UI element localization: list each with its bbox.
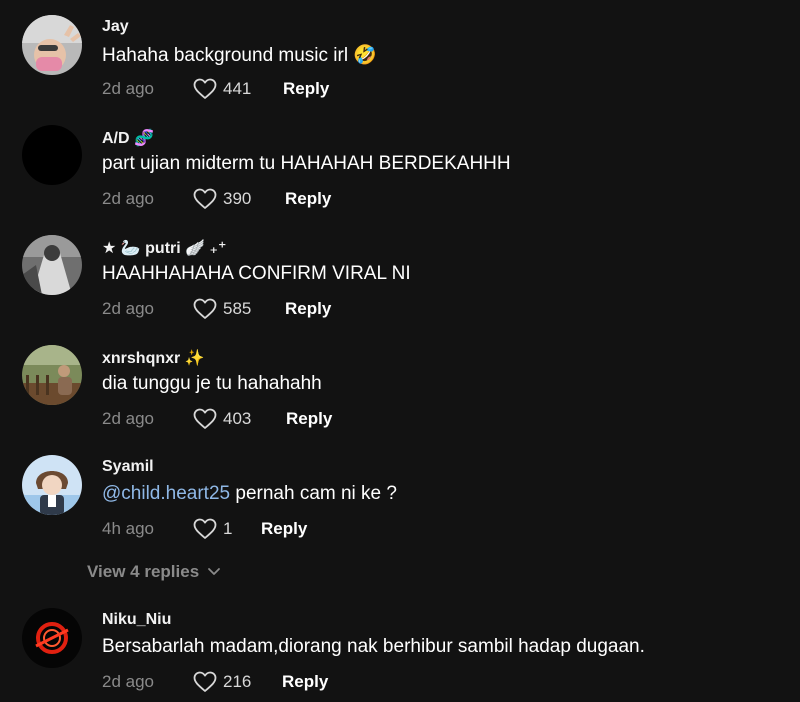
avatar[interactable] xyxy=(22,345,82,405)
like-button[interactable]: 403 xyxy=(193,407,251,431)
comment-time: 2d ago xyxy=(102,189,154,208)
username-emoji: ✨ xyxy=(184,350,205,367)
reply-button[interactable]: Reply xyxy=(283,77,329,101)
reply-button[interactable]: Reply xyxy=(286,407,332,431)
comment-meta: 4h ago 1 Reply xyxy=(102,517,602,541)
reply-button[interactable]: Reply xyxy=(285,187,331,211)
comment-username[interactable]: xnrshqnxr ✨ xyxy=(102,348,205,368)
like-button[interactable]: 1 xyxy=(193,517,232,541)
comment-time: 2d ago xyxy=(102,409,154,428)
comment-username[interactable]: Jay xyxy=(102,18,129,36)
chevron-down-icon xyxy=(207,567,221,577)
like-count: 441 xyxy=(223,79,252,98)
like-button[interactable]: 585 xyxy=(193,297,251,321)
comment-username[interactable]: ★ 🦢 putri 🪽 ₊⁺ xyxy=(102,238,226,258)
heart-outline-icon xyxy=(193,408,217,429)
reply-button[interactable]: Reply xyxy=(282,670,328,694)
comment-text: part ujian midterm tu HAHAHAH BERDEKAHHH xyxy=(102,153,511,174)
comment-meta: 2d ago 585 Reply xyxy=(102,297,602,321)
comment-text: Hahaha background music irl 🤣 xyxy=(102,45,378,66)
like-count: 1 xyxy=(223,519,233,538)
comment-time: 2d ago xyxy=(102,299,154,318)
avatar[interactable] xyxy=(22,235,82,295)
avatar[interactable] xyxy=(22,125,82,185)
comment-username[interactable]: Syamil xyxy=(102,458,154,476)
view-replies-label: View 4 replies xyxy=(87,562,200,581)
comment-time: 2d ago xyxy=(102,79,154,98)
like-button[interactable]: 216 xyxy=(193,670,251,694)
avatar-image xyxy=(22,455,82,515)
reply-button[interactable]: Reply xyxy=(261,517,307,541)
comment-meta: 2d ago 390 Reply xyxy=(102,187,602,211)
comment-text: HAAHHAHAHA CONFIRM VIRAL NI xyxy=(102,263,411,284)
like-count: 390 xyxy=(223,189,252,208)
like-button[interactable]: 441 xyxy=(193,77,251,101)
avatar-image xyxy=(22,15,82,75)
username-text: xnrshqnxr xyxy=(102,350,181,367)
like-count: 216 xyxy=(223,672,252,691)
comment-meta: 2d ago 403 Reply xyxy=(102,407,602,431)
avatar-image xyxy=(22,235,82,295)
like-count: 585 xyxy=(223,299,252,318)
comment-text-body: pernah cam ni ke ? xyxy=(230,483,397,504)
heart-outline-icon xyxy=(193,78,217,99)
avatar[interactable] xyxy=(22,608,82,668)
username-text: A/D xyxy=(102,130,130,147)
comment-text: dia tunggu je tu hahahahh xyxy=(102,373,322,394)
comment-username[interactable]: A/D 🧬 xyxy=(102,128,154,148)
comment-text: @child.heart25 pernah cam ni ke ? xyxy=(102,483,397,505)
avatar[interactable] xyxy=(22,15,82,75)
like-button[interactable]: 390 xyxy=(193,187,251,211)
avatar[interactable] xyxy=(22,455,82,515)
comment-meta: 2d ago 216 Reply xyxy=(102,670,602,694)
comment-time: 2d ago xyxy=(102,672,154,691)
like-count: 403 xyxy=(223,409,252,428)
comment-username[interactable]: Niku_Niu xyxy=(102,611,171,629)
avatar-image xyxy=(22,125,82,185)
avatar-image xyxy=(22,608,82,668)
heart-outline-icon xyxy=(193,298,217,319)
heart-outline-icon xyxy=(193,518,217,539)
comment-meta: 2d ago 441 Reply xyxy=(102,77,602,101)
username-emoji: 🧬 xyxy=(134,130,154,147)
avatar-image xyxy=(22,345,82,405)
heart-outline-icon xyxy=(193,671,217,692)
comment-text: Bersabarlah madam,diorang nak berhibur s… xyxy=(102,636,645,657)
reply-button[interactable]: Reply xyxy=(285,297,331,321)
mention-link[interactable]: @child.heart25 xyxy=(102,483,230,504)
heart-outline-icon xyxy=(193,188,217,209)
view-replies-button[interactable]: View 4 replies xyxy=(87,560,221,584)
comment-time: 4h ago xyxy=(102,519,154,538)
